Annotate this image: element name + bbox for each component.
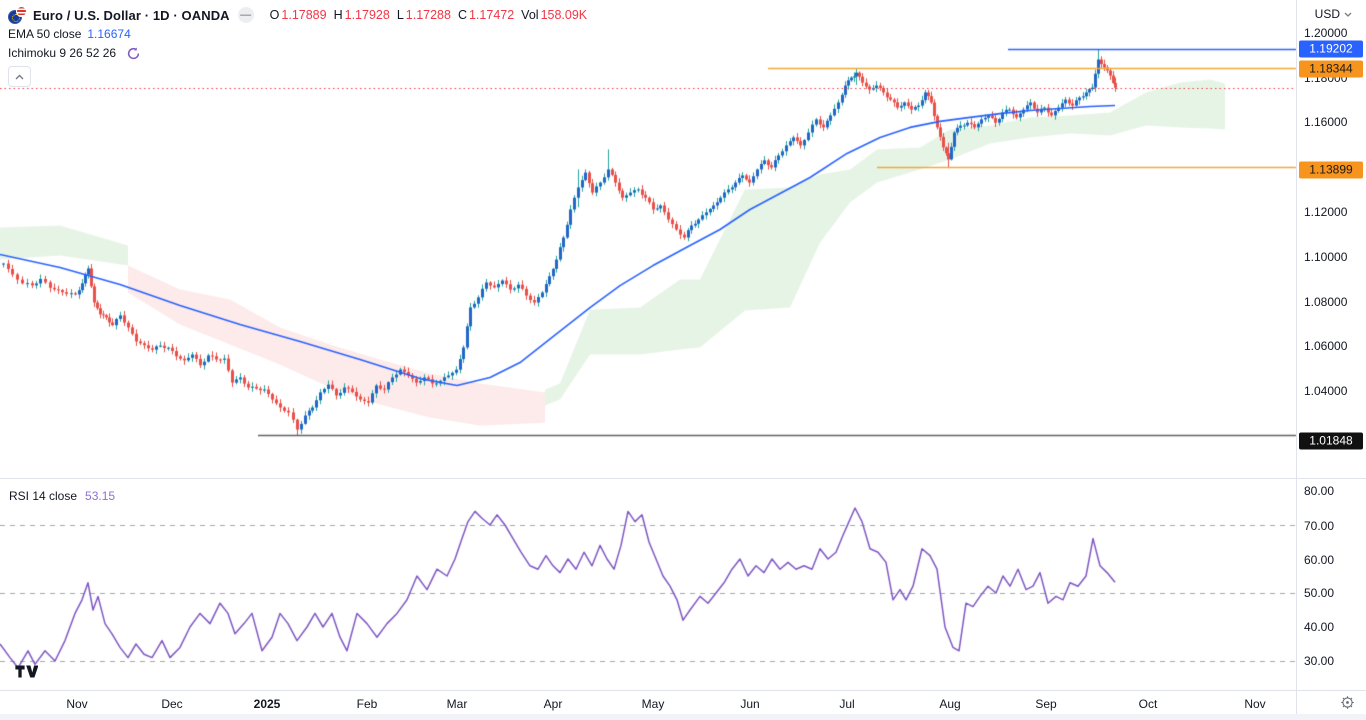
time-label: Apr bbox=[544, 697, 563, 711]
time-label: Oct bbox=[1139, 697, 1158, 711]
open-label: O bbox=[270, 8, 280, 22]
chart-canvas[interactable] bbox=[0, 0, 1366, 720]
price-tick: 1.04000 bbox=[1304, 384, 1347, 398]
ichimoku-indicator-row[interactable]: Ichimoku 9 26 52 26 bbox=[8, 44, 587, 62]
rsi-tick: 30.00 bbox=[1304, 654, 1334, 668]
time-label: 2025 bbox=[254, 697, 281, 711]
legend-more-button[interactable]: — bbox=[238, 7, 254, 23]
price-line-label: 1.01848 bbox=[1299, 433, 1363, 450]
legend-collapse-button[interactable] bbox=[8, 66, 31, 87]
price-axis[interactable]: 1.200001.180001.160001.120001.100001.080… bbox=[1297, 0, 1366, 720]
time-label: Feb bbox=[357, 697, 378, 711]
rsi-tick: 70.00 bbox=[1304, 519, 1334, 533]
low-label: L bbox=[397, 8, 404, 22]
tradingview-chart-window: Euro / U.S. Dollar · 1D · OANDA — O1.178… bbox=[0, 0, 1366, 720]
symbol-row[interactable]: Euro / U.S. Dollar · 1D · OANDA — O1.178… bbox=[8, 6, 587, 24]
time-axis[interactable]: Nov Dec 2025 Feb Mar Apr May Jun Jul Aug Sep Oct Nov bbox=[0, 690, 1296, 720]
price-tick: 1.08000 bbox=[1304, 295, 1347, 309]
tradingview-logo[interactable] bbox=[14, 664, 38, 684]
high-label: H bbox=[334, 8, 343, 22]
rsi-label: RSI 14 close bbox=[9, 489, 77, 503]
chevron-down-icon bbox=[1344, 12, 1352, 17]
price-tick: 1.12000 bbox=[1304, 205, 1347, 219]
symbol-pair-icon bbox=[8, 6, 27, 24]
high-value: 1.17928 bbox=[345, 8, 390, 22]
price-line-label: 1.13899 bbox=[1299, 162, 1363, 179]
ema-indicator-row[interactable]: EMA 50 close 1.16674 bbox=[8, 25, 587, 43]
main-legend: Euro / U.S. Dollar · 1D · OANDA — O1.178… bbox=[8, 6, 587, 87]
time-label: May bbox=[642, 697, 665, 711]
price-tick: 1.20000 bbox=[1304, 26, 1347, 40]
price-tick: 1.16000 bbox=[1304, 115, 1347, 129]
time-label: Dec bbox=[161, 697, 182, 711]
price-tick: 1.10000 bbox=[1304, 250, 1347, 264]
time-label: Sep bbox=[1035, 697, 1056, 711]
rsi-legend-row[interactable]: RSI 14 close 53.15 bbox=[9, 489, 115, 503]
ichimoku-loading-icon bbox=[126, 46, 141, 61]
rsi-tick: 40.00 bbox=[1304, 620, 1334, 634]
time-label: Mar bbox=[447, 697, 468, 711]
close-label: C bbox=[458, 8, 467, 22]
price-line-label: 1.18344 bbox=[1299, 61, 1363, 78]
time-label: Nov bbox=[66, 697, 87, 711]
ohlc-values: O1.17889 H1.17928 L1.17288 C1.17472 Vol1… bbox=[270, 8, 587, 22]
rsi-value: 53.15 bbox=[85, 489, 115, 503]
volume-value: 158.09K bbox=[541, 8, 588, 22]
rsi-tick: 80.00 bbox=[1304, 484, 1334, 498]
pane-divider[interactable] bbox=[0, 478, 1366, 479]
close-value: 1.17472 bbox=[469, 8, 514, 22]
ema-value: 1.16674 bbox=[87, 27, 130, 41]
low-value: 1.17288 bbox=[406, 8, 451, 22]
ema-label: EMA 50 close bbox=[8, 27, 81, 41]
price-line-label: 1.19202 bbox=[1299, 41, 1363, 58]
time-label: Nov bbox=[1244, 697, 1265, 711]
open-value: 1.17889 bbox=[281, 8, 326, 22]
time-label: Jul bbox=[839, 697, 854, 711]
currency-label: USD bbox=[1315, 7, 1340, 21]
ichimoku-label: Ichimoku 9 26 52 26 bbox=[8, 46, 116, 60]
volume-label: Vol bbox=[521, 8, 538, 22]
time-label: Jun bbox=[740, 697, 759, 711]
price-tick: 1.06000 bbox=[1304, 339, 1347, 353]
time-axis-settings-icon[interactable] bbox=[1340, 695, 1355, 715]
rsi-tick: 60.00 bbox=[1304, 553, 1334, 567]
time-label: Aug bbox=[939, 697, 960, 711]
rsi-tick: 50.00 bbox=[1304, 586, 1334, 600]
symbol-title[interactable]: Euro / U.S. Dollar · 1D · OANDA bbox=[33, 8, 230, 23]
currency-selector[interactable]: USD bbox=[1311, 5, 1356, 23]
